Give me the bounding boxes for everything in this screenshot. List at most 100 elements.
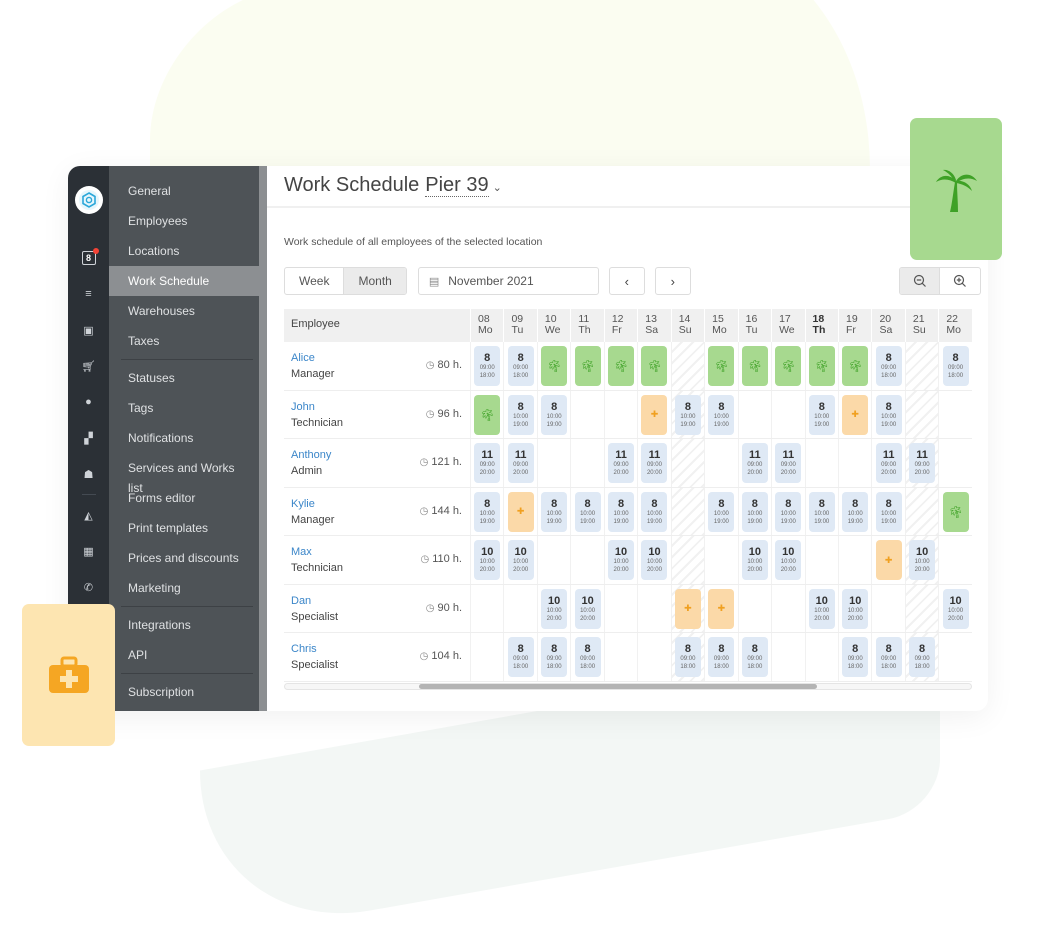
schedule-cell[interactable]: [670, 536, 705, 584]
shift-card[interactable]: 8 09:00 18:00: [674, 637, 701, 677]
schedule-cell[interactable]: [837, 536, 871, 584]
schedule-cell[interactable]: 11 09:00 20:00: [637, 439, 670, 487]
schedule-cell[interactable]: 10 10:00 20:00: [938, 584, 971, 632]
schedule-cell[interactable]: 8 10:00 19:00: [804, 390, 838, 438]
shift-card[interactable]: 8 10:00 19:00: [708, 491, 735, 532]
shift-card[interactable]: 10 10:00 20:00: [808, 588, 835, 629]
schedule-cell[interactable]: 10 10:00 20:00: [804, 584, 838, 632]
shift-card[interactable]: 10 10:00 20:00: [775, 540, 802, 580]
schedule-cell[interactable]: [904, 487, 939, 535]
schedule-cell[interactable]: 8 09:00 18:00: [737, 633, 771, 681]
menu-item-warehouses[interactable]: Warehouses: [109, 296, 267, 326]
schedule-cell[interactable]: 8 09:00 18:00: [871, 342, 904, 390]
schedule-cell[interactable]: [536, 536, 570, 584]
schedule-cell[interactable]: [470, 633, 503, 681]
app-logo[interactable]: [74, 186, 103, 214]
menu-item-locations[interactable]: Locations: [109, 236, 267, 266]
filter-icon[interactable]: ≡: [82, 287, 96, 301]
schedule-cell[interactable]: [670, 487, 705, 535]
schedule-cell[interactable]: 10 10:00 20:00: [771, 536, 804, 584]
schedule-cell[interactable]: [637, 633, 670, 681]
shift-card[interactable]: 8 09:00 18:00: [574, 637, 601, 677]
schedule-cell[interactable]: 8 09:00 18:00: [503, 633, 536, 681]
shift-card[interactable]: 8 09:00 18:00: [708, 637, 735, 677]
schedule-cell[interactable]: ✚: [704, 584, 737, 632]
schedule-cell[interactable]: [904, 390, 939, 438]
sick-leave-card[interactable]: ✚: [875, 540, 902, 580]
schedule-cell[interactable]: 🌴︎: [637, 342, 670, 390]
schedule-cell[interactable]: 11 09:00 20:00: [904, 439, 939, 487]
table-icon[interactable]: ▦: [82, 544, 96, 558]
schedule-cell[interactable]: [570, 390, 603, 438]
schedule-cell[interactable]: 11 09:00 20:00: [737, 439, 771, 487]
inbox-icon[interactable]: ▣: [82, 323, 96, 337]
shift-card[interactable]: 8 09:00 18:00: [875, 637, 902, 677]
schedule-cell[interactable]: [771, 390, 804, 438]
schedule-cell[interactable]: [904, 342, 939, 390]
schedule-cell[interactable]: 8 10:00 19:00: [871, 390, 904, 438]
menu-item-integrations[interactable]: Integrations: [109, 610, 267, 640]
shift-card[interactable]: 8 10:00 19:00: [775, 491, 802, 532]
schedule-cell[interactable]: 🌴︎: [837, 342, 871, 390]
schedule-cell[interactable]: 8 10:00 19:00: [603, 487, 637, 535]
schedule-cell[interactable]: [470, 584, 503, 632]
schedule-cell[interactable]: 11 09:00 20:00: [503, 439, 536, 487]
schedule-cell[interactable]: 8 10:00 19:00: [637, 487, 670, 535]
schedule-cell[interactable]: ✚: [503, 487, 536, 535]
schedule-cell[interactable]: [804, 536, 838, 584]
shift-card[interactable]: 8 10:00 19:00: [708, 394, 735, 435]
schedule-cell[interactable]: 10 10:00 20:00: [637, 536, 670, 584]
vacation-card[interactable]: 🌴︎: [808, 346, 835, 386]
schedule-cell[interactable]: [904, 584, 939, 632]
menu-item-employees[interactable]: Employees: [109, 206, 267, 236]
shift-card[interactable]: 8 10:00 19:00: [541, 394, 568, 435]
schedule-cell[interactable]: 🌴︎: [704, 342, 737, 390]
shift-card[interactable]: 10 10:00 20:00: [842, 588, 869, 629]
shift-card[interactable]: 10 10:00 20:00: [507, 540, 534, 580]
schedule-cell[interactable]: [938, 536, 971, 584]
shift-card[interactable]: 8 09:00 18:00: [909, 637, 936, 677]
schedule-cell[interactable]: 10 10:00 20:00: [470, 536, 503, 584]
schedule-cell[interactable]: 10 10:00 20:00: [503, 536, 536, 584]
schedule-cell[interactable]: [670, 439, 705, 487]
schedule-cell[interactable]: [938, 633, 971, 681]
shift-card[interactable]: 11 09:00 20:00: [909, 443, 936, 483]
chart-icon[interactable]: ◭: [82, 508, 96, 522]
zoom-out-button[interactable]: [900, 268, 940, 294]
schedule-cell[interactable]: [737, 584, 771, 632]
vacation-card[interactable]: 🌴︎: [741, 346, 768, 386]
vacation-card[interactable]: 🌴︎: [708, 346, 735, 386]
shift-card[interactable]: 11 09:00 20:00: [474, 443, 501, 483]
next-button[interactable]: ›: [654, 267, 691, 295]
shift-card[interactable]: 8 09:00 18:00: [541, 637, 568, 677]
schedule-cell[interactable]: 8 10:00 19:00: [503, 390, 536, 438]
shift-card[interactable]: 10 10:00 20:00: [741, 540, 768, 580]
schedule-cell[interactable]: 11 09:00 20:00: [470, 439, 503, 487]
sick-leave-card[interactable]: ✚: [842, 394, 869, 435]
view-week-button[interactable]: Week: [285, 268, 343, 294]
shift-card[interactable]: 11 09:00 20:00: [608, 443, 635, 483]
shift-card[interactable]: 8 10:00 19:00: [608, 491, 635, 532]
schedule-cell[interactable]: [603, 584, 637, 632]
menu-item-subscription[interactable]: Subscription: [109, 677, 267, 707]
schedule-cell[interactable]: 🌴︎: [771, 342, 804, 390]
vacation-card[interactable]: 🌴︎: [942, 491, 969, 532]
schedule-cell[interactable]: 8 10:00 19:00: [737, 487, 771, 535]
menu-item-general[interactable]: General: [109, 176, 267, 206]
shift-card[interactable]: 8 10:00 19:00: [574, 491, 601, 532]
menu-item-forms-editor[interactable]: Forms editor: [109, 483, 267, 513]
schedule-cell[interactable]: [837, 439, 871, 487]
vacation-card[interactable]: 🌴︎: [641, 346, 668, 386]
schedule-cell[interactable]: [603, 633, 637, 681]
shift-card[interactable]: 10 10:00 20:00: [909, 540, 936, 580]
schedule-cell[interactable]: [938, 390, 971, 438]
shift-card[interactable]: 8 10:00 19:00: [741, 491, 768, 532]
shift-card[interactable]: 8 09:00 18:00: [474, 346, 501, 386]
shift-card[interactable]: 8 10:00 19:00: [875, 394, 902, 435]
schedule-cell[interactable]: 🌴︎: [737, 342, 771, 390]
schedule-cell[interactable]: 8 09:00 18:00: [938, 342, 971, 390]
schedule-cell[interactable]: [670, 342, 705, 390]
schedule-cell[interactable]: 8 10:00 19:00: [771, 487, 804, 535]
shift-card[interactable]: 10 10:00 20:00: [608, 540, 635, 580]
schedule-cell[interactable]: 8 10:00 19:00: [804, 487, 838, 535]
